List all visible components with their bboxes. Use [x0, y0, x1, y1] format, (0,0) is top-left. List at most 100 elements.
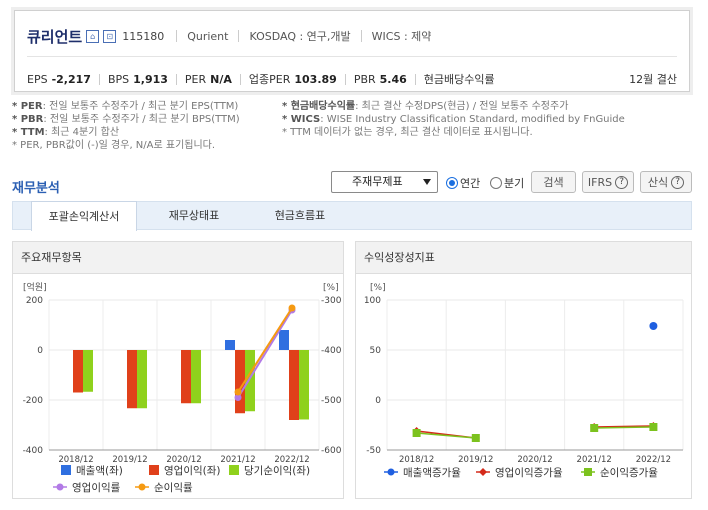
point-순이익증가율 [412, 429, 421, 437]
y-tick-label: 0 [375, 396, 381, 406]
metric-dividend-yield: 현금배당수익률 [423, 73, 495, 86]
legend-label: 당기순이익(좌) [244, 465, 310, 477]
tab-balance-sheet[interactable]: 재무상태표 [145, 202, 243, 230]
footnote-ttm: * TTM: 최근 4분기 합산 [12, 127, 120, 138]
point-순이익률 [288, 304, 296, 312]
formula-button[interactable]: 산식? [640, 171, 692, 193]
section-title: 재무분석 [12, 181, 60, 196]
legend-label: 매출액(좌) [76, 465, 123, 477]
metric-eps: EPS -2,217 [27, 72, 91, 86]
legend-label: 영업이익증가율 [495, 466, 563, 479]
chevron-down-icon [423, 179, 431, 185]
metrics-row: EPS -2,217 BPS 1,913 PER N/A 업종PER 103.89 PB… [27, 71, 499, 87]
y-tick-label: -200 [23, 396, 44, 406]
radio-quarter[interactable]: 분기 [490, 175, 524, 191]
footnote-ttm-fallback: * TTM 데이터가 없는 경우, 최근 결산 데이터로 표시됩니다. [282, 127, 533, 138]
home-icon[interactable]: ⌂ [86, 29, 100, 43]
x-tick-label: 2022/12 [636, 455, 671, 465]
footnote-dividend: * 현금배당수익률: 최근 결산 수정DPS(현금) / 전일 보통주 수정주가 [282, 101, 569, 112]
market-info: KOSDAQ : 연구,개발 [249, 30, 351, 43]
metric-industry-per: 업종PER 103.89 [248, 73, 337, 86]
metric-per: PER N/A [184, 72, 232, 86]
y-tick-label: -50 [366, 446, 381, 456]
metric-pbr: PBR 5.46 [353, 72, 407, 86]
x-tick-label: 2022/12 [274, 455, 309, 465]
footnote-na: * PER, PBR값이 (-)일 경우, N/A로 표기됩니다. [12, 140, 216, 151]
x-tick-label: 2020/12 [517, 455, 552, 465]
growth-panel: 수익성장성지표 [%] 100 50 0 -50 2018/12 2019/12 2020/1… [355, 241, 692, 499]
bar-영업이익(좌) [289, 350, 299, 420]
footnote-per: * PER: 전일 보통주 수정주가 / 최근 분기 EPS(TTM) [12, 101, 239, 112]
ifrs-button[interactable]: IFRS? [582, 171, 634, 193]
bar-당기순이익(좌) [191, 350, 201, 404]
legend-marker [387, 468, 395, 476]
y-unit-left: [억원] [23, 281, 47, 293]
line-순이익증가율 [594, 426, 654, 429]
legend-label: 영업이익(좌) [164, 464, 221, 477]
point-순이익증가율 [471, 434, 480, 442]
panel-title: 수익성장성지표 [356, 242, 691, 274]
tab-income-statement[interactable]: 포괄손익계산서 [31, 201, 137, 231]
legend-swatch [149, 465, 159, 475]
company-name: 큐리언트 [27, 27, 83, 46]
x-tick-label: 2018/12 [58, 455, 93, 465]
y-unit-right: [%] [323, 283, 339, 293]
y-tick-label: 50 [370, 346, 382, 356]
point-순이익증가율 [590, 424, 599, 432]
metric-bps: BPS 1,913 [107, 72, 168, 86]
y-tick-label: 100 [364, 296, 381, 306]
point-순이익률 [234, 388, 242, 396]
x-tick-label: 2021/12 [220, 455, 255, 465]
bar-당기순이익(좌) [299, 350, 309, 420]
y-tick-label: 0 [37, 346, 43, 356]
english-name: Qurient [187, 29, 229, 43]
x-tick-label: 2019/12 [112, 455, 147, 465]
point-매출액증가율 [649, 322, 658, 330]
wics-info: WICS : 제약 [371, 30, 432, 43]
major-items-panel: 주요재무항목 [억원] [%] 200 0 -200 -400 -300 -400 -500 -6… [12, 241, 344, 499]
bar-매출액(좌) [279, 330, 289, 350]
x-tick-label: 2021/12 [577, 455, 612, 465]
radio-unchecked-icon [490, 177, 502, 189]
legend-marker [584, 468, 592, 476]
statement-tabs: 포괄손익계산서 재무상태표 현금흐름표 [12, 201, 692, 231]
panel-title: 주요재무항목 [13, 242, 343, 274]
x-tick-label: 2020/12 [166, 455, 201, 465]
footnote-pbr: * PBR: 전일 보통주 수정주가 / 최근 분기 BPS(TTM) [12, 114, 240, 125]
company-summary-box: 큐리언트 ⌂ ⊡ 115180 Qurient KOSDAQ : 연구,개발 W… [14, 10, 690, 92]
radio-annual[interactable]: 연간 [446, 175, 480, 191]
legend-marker [479, 468, 487, 476]
legend-label: 영업이익률 [72, 481, 121, 494]
x-tick-label: 2019/12 [458, 455, 493, 465]
major-items-chart: [억원] [%] 200 0 -200 -400 -300 -400 -500 -600 2018/… [23, 281, 342, 494]
y-tick-label: 200 [26, 296, 43, 306]
legend-label: 순이익증가율 [600, 467, 658, 479]
ir-icon[interactable]: ⊡ [103, 29, 117, 43]
company-title-row: 큐리언트 ⌂ ⊡ 115180 Qurient KOSDAQ : 연구,개발 W… [27, 25, 431, 47]
bar-당기순이익(좌) [137, 350, 147, 409]
stock-code: 115180 [122, 29, 165, 43]
legend-marker [138, 483, 146, 491]
bar-당기순이익(좌) [83, 350, 93, 392]
legend-swatch [61, 465, 71, 475]
legend-label: 순이익률 [154, 482, 193, 494]
bar-매출액(좌) [225, 340, 235, 350]
search-button[interactable]: 검색 [531, 171, 576, 193]
help-icon: ? [615, 175, 629, 189]
bar-영업이익(좌) [181, 350, 191, 404]
x-tick-label: 2018/12 [399, 455, 434, 465]
y2-tick-label: -300 [321, 296, 342, 306]
help-icon: ? [671, 175, 685, 189]
y-unit: [%] [370, 283, 386, 293]
statement-select[interactable]: 주재무제표 [331, 171, 438, 193]
tab-cash-flow[interactable]: 현금흐름표 [251, 202, 349, 230]
bar-영업이익(좌) [127, 350, 137, 409]
legend-marker [56, 483, 64, 491]
legend-swatch [229, 465, 239, 475]
y2-tick-label: -500 [321, 396, 342, 406]
y-tick-label: -400 [23, 446, 44, 456]
settlement-month: 12월 결산 [629, 73, 677, 86]
y2-tick-label: -600 [321, 446, 342, 456]
bar-영업이익(좌) [73, 350, 83, 393]
y2-tick-label: -400 [321, 346, 342, 356]
